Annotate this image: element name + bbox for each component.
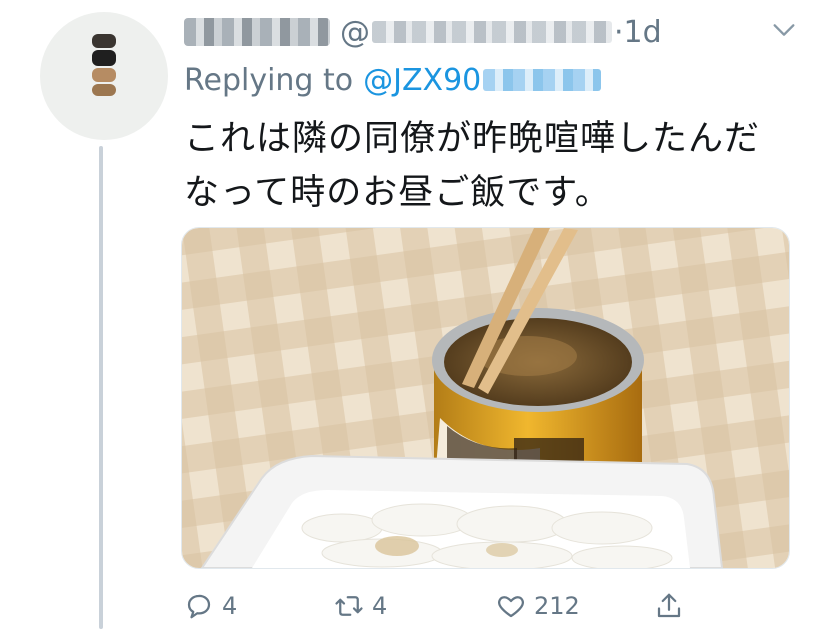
- retweet-count: 4: [372, 592, 388, 620]
- reply-count: 4: [222, 592, 238, 620]
- display-name-redacted[interactable]: [184, 18, 330, 46]
- replying-prefix: Replying to: [184, 62, 354, 98]
- dot-separator: ·: [614, 14, 624, 50]
- avatar-blur-block: [92, 50, 116, 66]
- tweet-text-line: なって時のお昼ご飯です。: [184, 173, 611, 213]
- handle-at: @: [340, 14, 370, 50]
- avatar[interactable]: [40, 12, 168, 140]
- replying-to-line: Replying to @JZX90: [184, 58, 602, 102]
- replying-mention[interactable]: @JZX90: [363, 63, 481, 98]
- reply-icon: [187, 594, 211, 619]
- reply-button[interactable]: 4: [184, 586, 237, 626]
- retweet-icon: [335, 596, 363, 616]
- tweet-header: @ · 1d: [184, 10, 662, 54]
- tweet-actions: 4 4 212: [184, 586, 704, 626]
- tweet-photo[interactable]: [181, 227, 790, 569]
- chevron-down-icon[interactable]: [770, 16, 798, 44]
- retweet-button[interactable]: 4: [334, 586, 387, 626]
- avatar-blur-block: [92, 84, 116, 96]
- tweet-text-line: これは隣の同僚が昨晩喧嘩したんだ: [184, 119, 761, 159]
- tweet-text: これは隣の同僚が昨晩喧嘩したんだ なって時のお昼ご飯です。: [184, 112, 784, 220]
- like-button[interactable]: 212: [496, 586, 580, 626]
- avatar-blur-block: [92, 68, 116, 82]
- handle-redacted[interactable]: [372, 21, 612, 43]
- mention-redacted[interactable]: [483, 69, 602, 91]
- share-icon: [657, 593, 681, 618]
- avatar-blur-block: [92, 34, 116, 48]
- thread-line: [99, 146, 103, 629]
- share-button[interactable]: [654, 586, 684, 626]
- timestamp[interactable]: 1d: [624, 15, 662, 50]
- like-count: 212: [534, 592, 580, 620]
- heart-icon: [498, 596, 524, 618]
